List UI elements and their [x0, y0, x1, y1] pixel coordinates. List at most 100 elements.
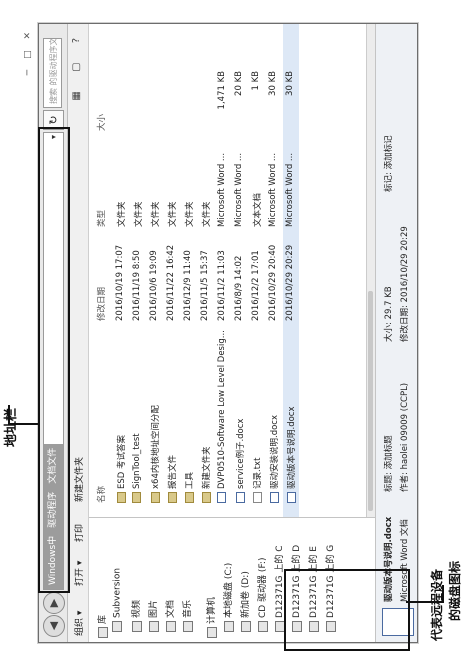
details-tags[interactable]: 标记: 添加标记: [382, 135, 394, 192]
new-folder-button[interactable]: 新建文件夹: [72, 457, 85, 502]
file-name-cell: 驱动安装说明.docx: [268, 327, 280, 503]
file-name-text: 报告文件: [168, 454, 178, 489]
computer-icon: [206, 627, 217, 638]
details-pane: 驱动版本号说明.docx Microsoft Word 文档 标题: 添加标题 …: [375, 24, 417, 642]
video-icon: [131, 621, 142, 632]
command-bar: 组织 ▾ 打开 ▾ 打印 新建文件夹 ▦ ▢ ?: [68, 24, 89, 642]
file-modified-text: 2016/8/9 14:02: [234, 255, 244, 321]
rotated-frame: ─ □ ✕ ◀ ▶ Windows中驱动程序文档文件 ▾ ↻ 搜索 的驱动程序文…: [0, 0, 474, 661]
column-header-modified[interactable]: 修改日期: [95, 287, 107, 321]
sidebar-item-computer[interactable]: 计算机: [204, 597, 217, 638]
sidebar-item-documents[interactable]: 文档: [163, 600, 176, 632]
file-row[interactable]: 驱动安装说明.docx 2016/10/29 20:40 Microsoft Wor…: [266, 24, 282, 517]
file-name-text: 工具: [185, 471, 195, 489]
txt-icon: [253, 492, 262, 503]
file-type-cell: Microsoft Word ...: [268, 135, 278, 227]
sidebar-item-cd-drive[interactable]: CD 驱动器 (F:): [255, 558, 268, 632]
file-modified-cell: 2016/11/19 8:50: [132, 231, 142, 321]
file-row[interactable]: SignTool_test 2016/11/19 8:50 文件夹: [130, 24, 146, 517]
file-type-cell: 文件夹: [132, 135, 144, 227]
file-modified-text: 2016/12/9 11:40: [183, 250, 193, 321]
folder-icon: [185, 492, 194, 503]
file-name-cell: 报告文件: [166, 327, 178, 503]
file-name-text: DVP0510-Software Low Level Desig...: [217, 330, 227, 489]
window-controls[interactable]: ─ □ ✕: [23, 28, 33, 75]
file-name-cell: 工具: [183, 327, 195, 503]
music-icon: [182, 621, 193, 632]
subversion-icon: [112, 621, 122, 632]
details-title[interactable]: 标题: 添加标题: [382, 435, 394, 492]
sidebar-item-drive-c[interactable]: 本地磁盘 (C:): [221, 563, 234, 632]
sidebar-item-subversion[interactable]: Subversion: [112, 568, 123, 632]
column-header-name[interactable]: 名称: [95, 486, 107, 503]
file-name-cell: x64内核地址空间分配: [149, 327, 161, 503]
sidebar-item-drive-d[interactable]: 新加卷 (D:): [238, 571, 251, 632]
doc-icon: [287, 492, 296, 503]
scrollbar-thumb[interactable]: [368, 291, 373, 511]
organize-button[interactable]: 组织 ▾: [72, 611, 85, 636]
file-modified-text: 2016/11/19 8:50: [132, 250, 142, 321]
doc-icon: [270, 492, 279, 503]
file-modified-cell: 2016/11/2 11:03: [217, 231, 227, 321]
file-row[interactable]: 工具 2016/12/9 11:40 文件夹: [181, 24, 197, 517]
file-modified-text: 2016/10/6 19:09: [149, 250, 159, 321]
file-size-cell: 1,471 KB: [217, 71, 227, 131]
file-name-cell: SignTool_test: [132, 327, 142, 503]
drive-icon: [240, 621, 251, 632]
file-type-text: Microsoft Word ...: [217, 152, 227, 227]
file-type-text: 文件夹: [168, 201, 178, 227]
file-modified-text: 2016/10/29 20:40: [268, 244, 278, 321]
document-icon: [165, 621, 176, 632]
doc-icon: [217, 492, 226, 503]
file-name-cell: ESD 考试答案: [115, 327, 127, 503]
sidebar-item-video[interactable]: 视频: [129, 600, 142, 632]
file-name-text: service例子.docx: [236, 418, 246, 489]
sidebar-item-music[interactable]: 音乐: [180, 600, 193, 632]
file-row[interactable]: 新建文件夹 2016/11/5 15:37 文件夹: [198, 24, 214, 517]
back-button[interactable]: ◀: [43, 615, 65, 637]
details-modified: 修改日期: 2016/10/29 20:29: [400, 226, 410, 342]
remote-drives-annotation-line2: 的磁盘图标: [448, 560, 462, 621]
file-modified-cell: 2016/12/2 17:01: [251, 231, 261, 321]
file-row[interactable]: service例子.docx 2016/8/9 14:02 Microsoft Wo…: [232, 24, 248, 517]
file-size-cell: 30 KB: [285, 71, 295, 131]
file-type-text: 文件夹: [117, 201, 127, 227]
forward-button[interactable]: ▶: [43, 592, 65, 614]
file-modified-text: 2016/10/19 17:07: [115, 244, 125, 321]
file-modified-text: 2016/11/5 15:37: [200, 250, 210, 321]
horizontal-scrollbar[interactable]: [366, 24, 375, 517]
file-type-text: 文件夹: [185, 201, 195, 227]
file-modified-cell: 2016/10/29 20:29: [285, 231, 295, 321]
sidebar-item-pictures[interactable]: 图片: [146, 600, 159, 632]
file-type-text: Microsoft Word ...: [234, 152, 244, 227]
explorer-window: ─ □ ✕ ◀ ▶ Windows中驱动程序文档文件 ▾ ↻ 搜索 的驱动程序文…: [23, 23, 418, 643]
file-size-cell: 1 KB: [251, 71, 261, 131]
library-icon: [97, 627, 108, 638]
address-bar-annotation: 地址栏: [4, 407, 19, 447]
file-modified-cell: 2016/10/29 20:40: [268, 231, 278, 321]
file-size-text: 1,471 KB: [217, 71, 227, 110]
file-row[interactable]: x64内核地址空间分配 2016/10/6 19:09 文件夹: [147, 24, 163, 517]
print-button[interactable]: 打印: [72, 524, 85, 542]
file-row[interactable]: 报告文件 2016/11/22 16:42 文件夹: [164, 24, 180, 517]
view-options-icons[interactable]: ▦ ▢ ?: [71, 30, 82, 101]
file-row[interactable]: 记录.txt 2016/12/2 17:01 文本文档 1 KB: [249, 24, 265, 517]
file-size-text: 30 KB: [268, 71, 278, 96]
column-header-size[interactable]: 大小: [95, 114, 107, 131]
sidebar-item-library[interactable]: 库: [95, 615, 108, 638]
file-row[interactable]: DVP0510-Software Low Level Desig... 2016/…: [215, 24, 231, 517]
file-modified-cell: 2016/12/9 11:40: [183, 231, 193, 321]
file-type-text: Microsoft Word ...: [285, 152, 295, 227]
file-size-text: 20 KB: [234, 71, 244, 96]
file-modified-cell: 2016/10/6 19:09: [149, 231, 159, 321]
file-type-text: 文本文档: [253, 192, 263, 227]
cd-icon: [257, 621, 268, 632]
file-row[interactable]: 驱动版本号说明.docx 2016/10/29 20:29 Microsoft Wo…: [283, 24, 299, 517]
column-header-type[interactable]: 类型: [95, 210, 107, 227]
file-size-cell: 30 KB: [268, 71, 278, 131]
file-row[interactable]: ESD 考试答案 2016/10/19 17:07 文件夹: [113, 24, 129, 517]
open-button[interactable]: 打开 ▾: [72, 561, 85, 586]
file-modified-text: 2016/11/22 16:42: [166, 244, 176, 321]
search-input[interactable]: 搜索 的驱动程序文件: [43, 38, 62, 108]
file-modified-cell: 2016/8/9 14:02: [234, 231, 244, 321]
